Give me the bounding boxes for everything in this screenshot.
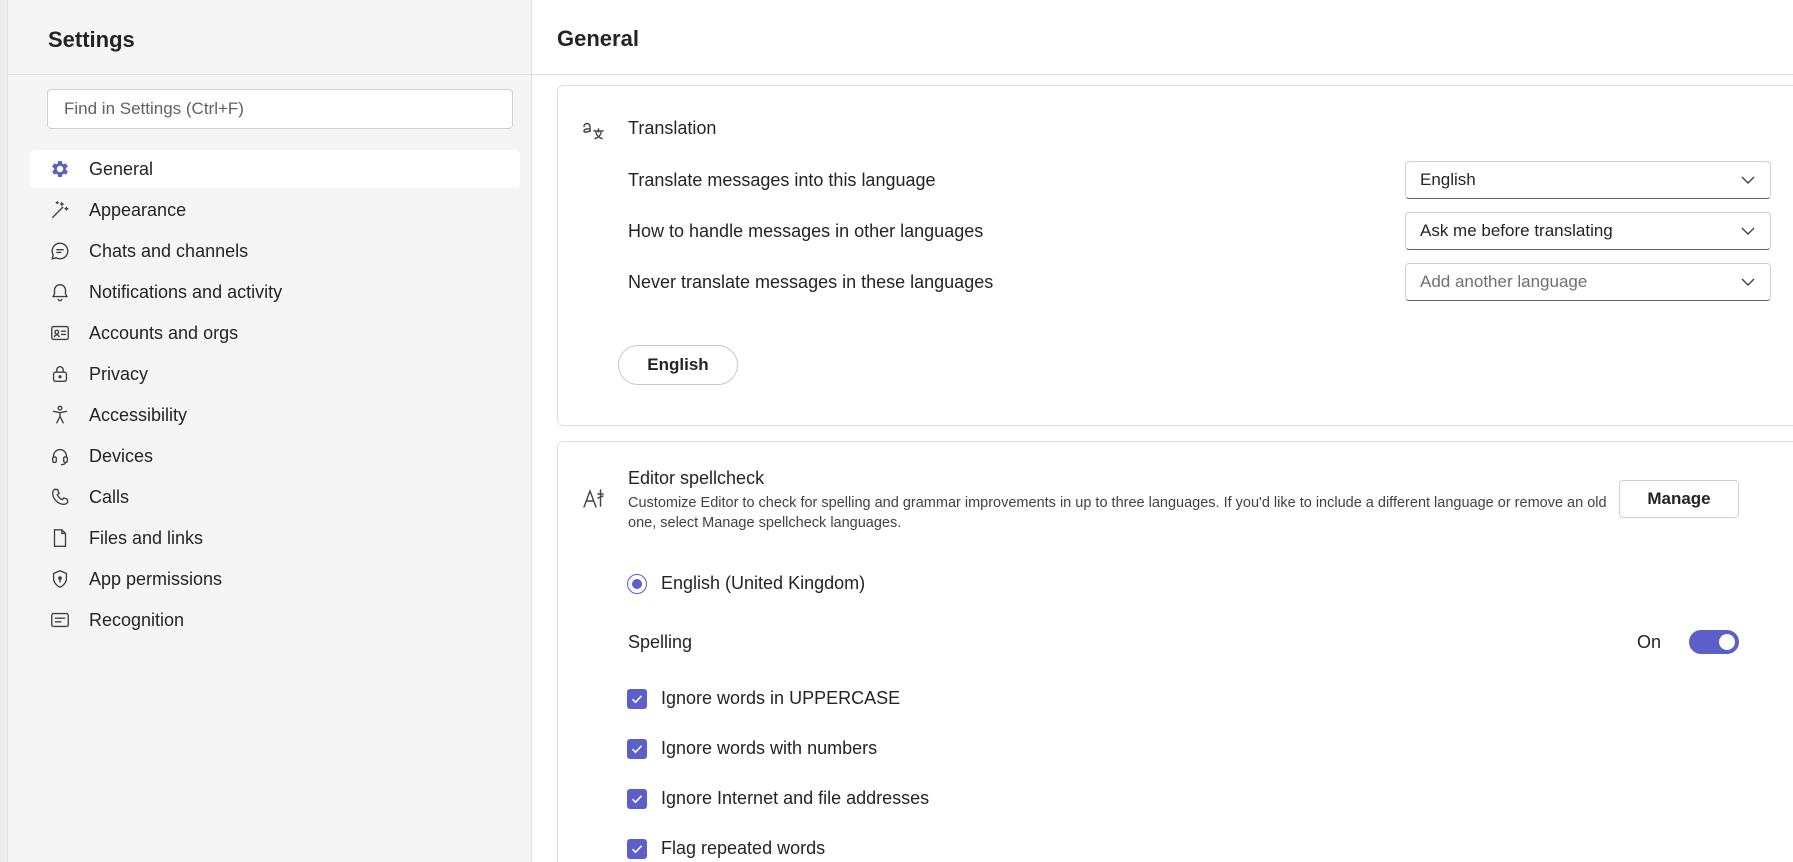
settings-main-panel: General Translation Translate messages i…	[532, 0, 1793, 862]
toggle-knob	[1719, 634, 1735, 650]
sidebar-item-label: Calls	[89, 486, 130, 507]
sidebar-item-calls[interactable]: Calls	[30, 478, 520, 516]
left-edge-strip	[0, 0, 8, 862]
spelling-label: Spelling	[628, 632, 693, 652]
checkmark-icon	[631, 794, 643, 803]
excluded-language-pill[interactable]: English	[618, 345, 738, 385]
checkbox[interactable]	[627, 838, 647, 859]
sidebar-item-accounts-and-orgs[interactable]: Accounts and orgs	[30, 314, 520, 352]
checkbox[interactable]	[627, 788, 647, 809]
chat-icon	[48, 239, 72, 263]
checkbox-option[interactable]: Ignore words in UPPERCASE	[627, 688, 900, 709]
sidebar-item-label: Notifications and activity	[89, 281, 283, 302]
shield-icon	[48, 567, 72, 591]
dropdown-value: Ask me before translating	[1420, 221, 1613, 240]
manage-spellcheck-button[interactable]: Manage	[1619, 480, 1739, 518]
sidebar-header: Settings	[8, 0, 531, 75]
spellcheck-description: Customize Editor to check for spelling a…	[628, 495, 1607, 531]
settings-search-input[interactable]	[47, 89, 513, 129]
spellcheck-card: Editor spellcheck Customize Editor to ch…	[557, 441, 1793, 862]
headset-icon	[48, 444, 72, 468]
sidebar-item-recognition[interactable]: Recognition	[30, 601, 520, 639]
handle-other-languages-dropdown[interactable]: Ask me before translating	[1405, 212, 1771, 250]
checkmark-icon	[631, 694, 643, 703]
spellcheck-icon	[580, 484, 608, 512]
checkmark-icon	[631, 744, 643, 753]
settings-window: Settings General Appearance Chats and	[0, 0, 1793, 862]
bell-icon	[48, 280, 72, 304]
sidebar-item-label: Appearance	[89, 199, 187, 220]
phone-icon	[48, 485, 72, 509]
language-radio[interactable]	[627, 573, 647, 594]
language-radio-option[interactable]: English (United Kingdom)	[627, 573, 865, 594]
sidebar-item-label: App permissions	[89, 568, 223, 589]
sidebar-item-label: Accounts and orgs	[89, 322, 239, 343]
sidebar-item-files-and-links[interactable]: Files and links	[30, 519, 520, 557]
translate-into-label: Translate messages into this language	[628, 170, 936, 190]
page-title: General	[557, 26, 639, 51]
settings-nav: General Appearance Chats and channels No…	[30, 150, 520, 642]
checkbox-label: Ignore Internet and file addresses	[661, 788, 930, 808]
checkbox[interactable]	[627, 738, 647, 759]
chevron-down-icon	[1741, 278, 1755, 286]
toggle-state-label: On	[1636, 632, 1661, 652]
contact-card-icon	[48, 321, 72, 345]
dropdown-value: English	[1420, 170, 1476, 189]
sidebar-item-app-permissions[interactable]: App permissions	[30, 560, 520, 598]
spelling-toggle[interactable]	[1689, 630, 1739, 654]
radio-selected-dot	[632, 578, 642, 589]
settings-sidebar: Settings General Appearance Chats and	[8, 0, 532, 862]
checkbox-option[interactable]: Ignore words with numbers	[627, 738, 877, 759]
checkbox-label: Ignore words with numbers	[661, 738, 878, 758]
sidebar-item-privacy[interactable]: Privacy	[30, 355, 520, 393]
chevron-down-icon	[1741, 227, 1755, 235]
radio-label: English (United Kingdom)	[661, 573, 866, 593]
translate-icon	[580, 117, 608, 145]
never-translate-label: Never translate messages in these langua…	[628, 272, 994, 292]
spellcheck-heading: Editor spellcheck	[628, 468, 765, 488]
checkbox[interactable]	[627, 688, 647, 709]
sidebar-item-label: Privacy	[89, 363, 149, 384]
checkmark-icon	[631, 844, 643, 853]
sidebar-item-devices[interactable]: Devices	[30, 437, 520, 475]
checkbox-option[interactable]: Flag repeated words	[627, 838, 825, 859]
chevron-down-icon	[1741, 176, 1755, 184]
sidebar-item-accessibility[interactable]: Accessibility	[30, 396, 520, 434]
checkbox-option[interactable]: Ignore Internet and file addresses	[627, 788, 929, 809]
sidebar-item-label: General	[89, 158, 154, 179]
accessibility-icon	[48, 403, 72, 427]
dropdown-placeholder: Add another language	[1420, 272, 1588, 291]
sidebar-item-appearance[interactable]: Appearance	[30, 191, 520, 229]
magic-wand-icon	[48, 198, 72, 222]
sidebar-item-label: Chats and channels	[89, 240, 249, 261]
sidebar-item-notifications-and-activity[interactable]: Notifications and activity	[30, 273, 520, 311]
main-header: General	[532, 0, 1793, 75]
checkbox-label: Flag repeated words	[661, 838, 826, 858]
sidebar-item-chats-and-channels[interactable]: Chats and channels	[30, 232, 520, 270]
sidebar-item-general[interactable]: General	[30, 150, 520, 188]
spelling-toggle-area: On	[1558, 628, 1739, 658]
lock-icon	[48, 362, 72, 386]
handle-other-languages-label: How to handle messages in other language…	[628, 221, 984, 241]
sidebar-item-label: Accessibility	[89, 404, 188, 425]
gear-icon	[48, 157, 72, 181]
translation-card: Translation Translate messages into this…	[557, 85, 1793, 426]
add-language-dropdown[interactable]: Add another language	[1405, 263, 1771, 301]
translation-heading: Translation	[628, 118, 717, 138]
sidebar-item-label: Recognition	[89, 609, 185, 630]
checkbox-label: Ignore words in UPPERCASE	[661, 688, 901, 708]
sidebar-title: Settings	[48, 27, 135, 52]
recognition-icon	[48, 608, 72, 632]
sidebar-item-label: Files and links	[89, 527, 204, 548]
translate-into-dropdown[interactable]: English	[1405, 161, 1771, 199]
sidebar-item-label: Devices	[89, 445, 154, 466]
document-icon	[48, 526, 72, 550]
